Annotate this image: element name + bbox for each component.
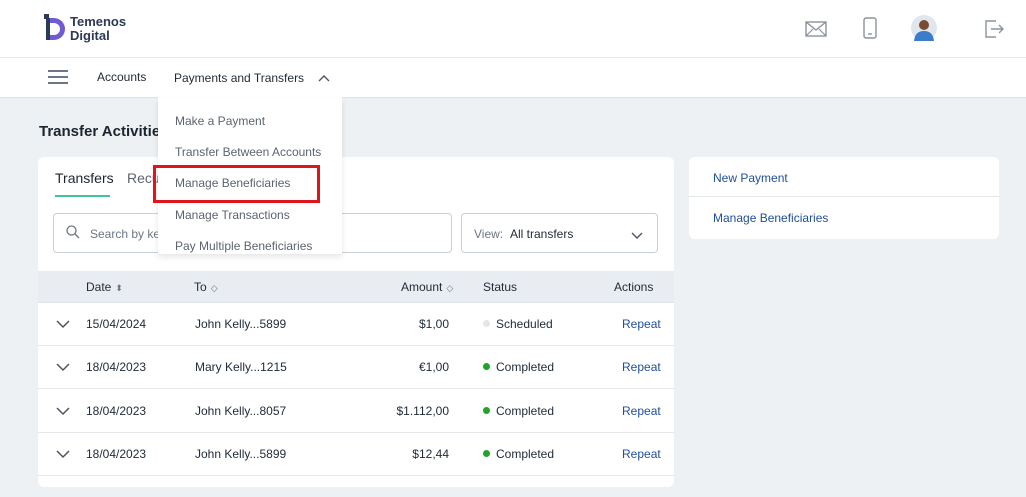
row-to: Mary Kelly...1215	[195, 360, 287, 374]
tab-transfers[interactable]: Transfers	[55, 170, 114, 186]
row-to: John Kelly...5899	[195, 317, 287, 331]
manage-beneficiaries-link[interactable]: Manage Beneficiaries	[713, 211, 828, 225]
expand-chevron-icon[interactable]	[56, 361, 70, 375]
search-icon	[66, 225, 80, 242]
row-status: Completed	[483, 447, 554, 461]
row-amount: €1,00	[418, 360, 449, 374]
row-to: John Kelly...5899	[195, 447, 287, 461]
repeat-link[interactable]: Repeat	[622, 360, 661, 374]
status-dot	[483, 450, 490, 458]
top-bar: Temenos Digital	[0, 0, 1026, 58]
col-actions: Actions	[614, 280, 654, 294]
row-amount: $1.112,00	[396, 404, 450, 418]
logout-icon[interactable]	[984, 19, 1004, 42]
view-value: All transfers	[510, 227, 574, 241]
repeat-link[interactable]: Repeat	[622, 447, 661, 461]
row-to: John Kelly...8057	[195, 404, 287, 418]
view-filter-select[interactable]: View: All transfers	[461, 213, 658, 253]
col-status: Status	[483, 280, 518, 294]
row-status: Scheduled	[483, 317, 553, 331]
brand-line1: Temenos	[70, 14, 127, 29]
temenos-logo[interactable]: Temenos Digital	[44, 14, 126, 44]
table-row[interactable]: 18/04/2023 John Kelly...8057 $1.112,00 Comp…	[38, 390, 674, 433]
status-dot	[483, 363, 490, 371]
hamburger-menu-icon[interactable]	[48, 70, 68, 84]
row-amount: $12,44	[412, 447, 449, 461]
menu-item-manage-transactions[interactable]: Manage Transactions	[175, 208, 290, 222]
quick-links-card: New Payment Manage Beneficiaries	[689, 157, 999, 239]
sort-icon: ◇	[210, 283, 218, 293]
row-date: 18/04/2023	[86, 404, 147, 418]
nav-accounts[interactable]: Accounts	[97, 70, 146, 84]
table-row[interactable]: 15/04/2024 John Kelly...5899 $1,00 Schedule…	[38, 303, 674, 346]
sort-icon: ⬍	[115, 283, 123, 293]
view-label: View:	[474, 227, 504, 241]
chevron-down-icon	[631, 229, 643, 243]
table-row[interactable]: 18/04/2023 Mary Kelly...1215 €1,00 Complete…	[38, 346, 674, 389]
menu-item-pay-multiple-beneficiaries[interactable]: Pay Multiple Beneficiaries	[175, 239, 312, 253]
transfers-card: Transfers Recu Search by key View: All t…	[38, 157, 674, 487]
brand-line2: Digital	[70, 28, 110, 43]
divider	[689, 196, 999, 197]
row-amount: $1,00	[418, 317, 449, 331]
row-date: 18/04/2023	[86, 447, 147, 461]
nav-payments-label: Payments and Transfers	[174, 71, 305, 85]
col-date[interactable]: Date ⬍	[86, 280, 123, 294]
table-row[interactable]: 18/04/2023 John Kelly...5899 $12,44 Complet…	[38, 433, 674, 476]
chevron-up-icon	[318, 71, 330, 85]
table-header: Date ⬍ To ◇ Amount ◇ Status Actions	[38, 271, 674, 303]
expand-chevron-icon[interactable]	[56, 405, 70, 419]
logo-mark-icon	[44, 14, 66, 44]
nav-payments-and-transfers[interactable]: Payments and Transfers	[158, 58, 342, 98]
col-amount[interactable]: Amount ◇	[401, 280, 453, 294]
repeat-link[interactable]: Repeat	[622, 404, 661, 418]
new-payment-link[interactable]: New Payment	[713, 171, 788, 185]
main-navbar: Accounts Payments and Transfers	[0, 58, 1026, 98]
expand-chevron-icon[interactable]	[56, 318, 70, 332]
highlight-box	[153, 165, 320, 203]
col-to[interactable]: To ◇	[194, 280, 218, 294]
mail-icon[interactable]	[805, 21, 827, 40]
status-dot	[483, 320, 490, 328]
status-dot	[483, 407, 490, 415]
menu-item-transfer-between-accounts[interactable]: Transfer Between Accounts	[175, 145, 321, 159]
row-date: 18/04/2023	[86, 360, 147, 374]
sort-icon: ◇	[446, 283, 454, 293]
expand-chevron-icon[interactable]	[56, 448, 70, 462]
page-title: Transfer Activities	[39, 123, 169, 140]
avatar[interactable]	[911, 15, 937, 44]
repeat-link[interactable]: Repeat	[622, 317, 661, 331]
mobile-icon[interactable]	[863, 17, 877, 42]
row-status: Completed	[483, 360, 554, 374]
search-placeholder: Search by key	[90, 227, 167, 241]
row-status: Completed	[483, 404, 554, 418]
row-date: 15/04/2024	[86, 317, 147, 331]
active-tab-indicator	[55, 195, 110, 197]
menu-item-make-payment[interactable]: Make a Payment	[175, 114, 265, 128]
